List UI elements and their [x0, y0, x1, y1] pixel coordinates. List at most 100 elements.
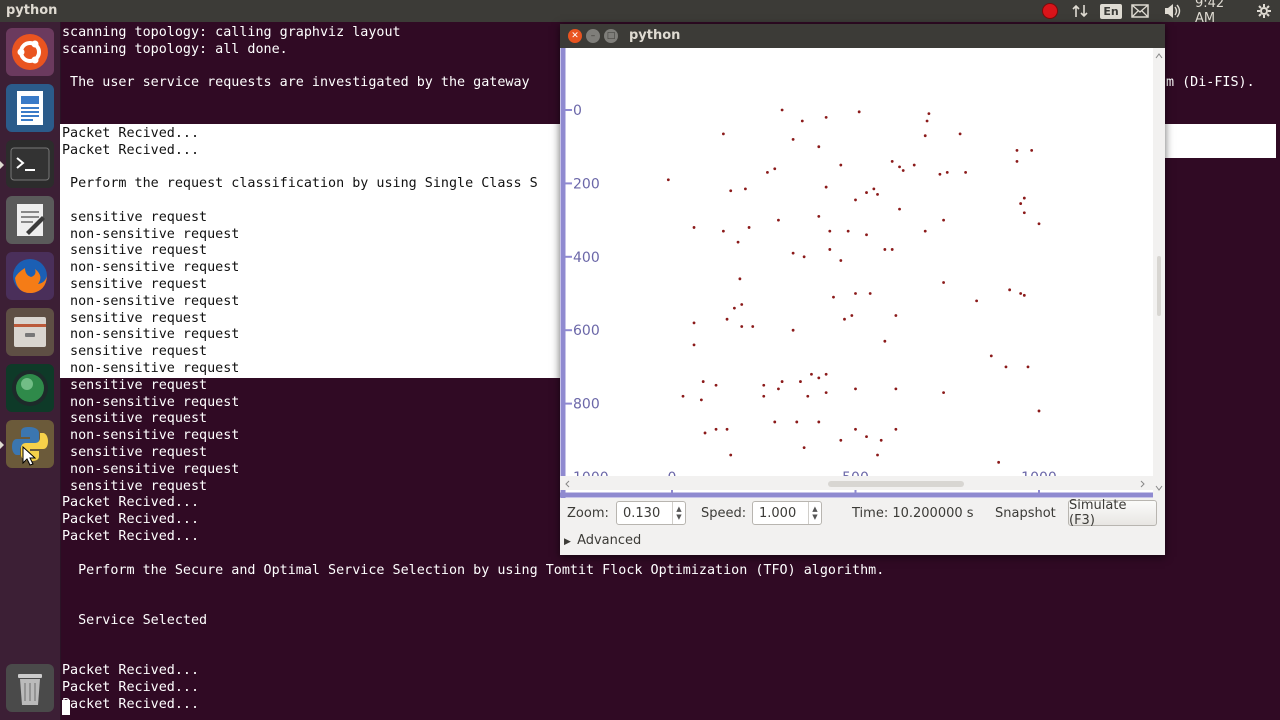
network-node-point[interactable] [795, 420, 799, 424]
network-node-point[interactable] [725, 427, 729, 431]
network-node-point[interactable] [721, 229, 725, 233]
network-node-point[interactable] [773, 420, 777, 424]
network-node-point[interactable] [824, 391, 828, 394]
network-node-point[interactable] [945, 170, 949, 174]
zoom-spinner[interactable]: ▲▼ [616, 501, 686, 525]
network-node-point[interactable] [901, 169, 905, 172]
network-node-point[interactable] [942, 218, 945, 222]
network-arrows-icon[interactable] [1071, 2, 1089, 20]
text-editor-icon[interactable] [6, 196, 54, 244]
network-node-point[interactable] [854, 387, 857, 391]
network-node-point[interactable] [912, 163, 916, 167]
speed-input[interactable] [757, 505, 813, 522]
network-node-point[interactable] [780, 380, 784, 383]
network-node-point[interactable] [740, 303, 744, 306]
network-node-point[interactable] [942, 391, 945, 394]
zoom-input[interactable] [621, 505, 677, 522]
network-node-point[interactable] [681, 394, 685, 398]
network-node-point[interactable] [732, 306, 736, 310]
network-node-point[interactable] [938, 172, 942, 176]
network-node-point[interactable] [1019, 202, 1023, 205]
network-node-point[interactable] [791, 137, 795, 141]
network-node-point[interactable] [692, 321, 696, 325]
volume-icon[interactable] [1162, 2, 1182, 20]
network-node-point[interactable] [865, 435, 868, 439]
network-node-point[interactable] [699, 398, 703, 402]
network-node-point[interactable] [958, 132, 962, 136]
writer-document-icon[interactable] [6, 84, 54, 132]
network-node-point[interactable] [832, 295, 835, 299]
mail-icon[interactable] [1130, 2, 1150, 20]
network-node-point[interactable] [1008, 288, 1012, 292]
network-node-point[interactable] [865, 191, 868, 194]
network-node-point[interactable] [898, 207, 901, 211]
network-node-point[interactable] [762, 394, 766, 398]
network-node-point[interactable] [714, 427, 718, 431]
network-node-point[interactable] [729, 453, 733, 457]
network-node-point[interactable] [854, 198, 857, 202]
horizontal-scrollbar[interactable] [560, 476, 1153, 490]
network-node-point[interactable] [747, 226, 751, 229]
network-node-point[interactable] [997, 460, 1001, 464]
network-node-point[interactable] [876, 193, 879, 196]
network-node-point[interactable] [1037, 409, 1041, 413]
network-node-point[interactable] [791, 328, 795, 332]
network-node-point[interactable] [1019, 292, 1023, 295]
network-node-point[interactable] [890, 248, 894, 251]
network-node-point[interactable] [744, 187, 747, 191]
network-node-point[interactable] [1037, 222, 1041, 226]
network-node-point[interactable] [1026, 365, 1030, 369]
network-node-point[interactable] [800, 119, 804, 123]
network-node-point[interactable] [817, 420, 821, 424]
firefox-icon[interactable] [6, 252, 54, 300]
network-node-point[interactable] [692, 226, 696, 229]
maximize-icon[interactable]: □ [604, 29, 618, 43]
network-node-point[interactable] [828, 229, 832, 233]
clock[interactable]: 9:42 AM [1195, 0, 1247, 26]
network-node-point[interactable] [964, 170, 967, 174]
network-node-point[interactable] [1022, 293, 1026, 297]
network-node-point[interactable] [802, 255, 806, 259]
network-node-point[interactable] [923, 229, 927, 233]
network-node-point[interactable] [762, 383, 766, 387]
ubuntu-dash-icon[interactable] [6, 28, 54, 76]
files-cabinet-icon[interactable] [6, 308, 54, 356]
network-node-point[interactable] [810, 372, 813, 376]
network-node-point[interactable] [703, 431, 707, 435]
network-node-point[interactable] [854, 427, 857, 431]
network-node-point[interactable] [975, 299, 979, 303]
network-node-point[interactable] [868, 292, 872, 295]
network-node-point[interactable] [1022, 196, 1026, 200]
topology-canvas[interactable]: 02004006008001000 05001000 [560, 48, 1153, 498]
network-node-point[interactable] [817, 145, 821, 149]
network-node-point[interactable] [1015, 159, 1019, 163]
network-node-point[interactable] [894, 427, 898, 431]
scatter-plot[interactable]: 02004006008001000 05001000 [560, 48, 1153, 498]
network-node-point[interactable] [799, 380, 802, 383]
network-node-point[interactable] [923, 134, 927, 138]
network-node-point[interactable] [824, 185, 828, 189]
network-node-point[interactable] [839, 259, 843, 262]
advanced-expander[interactable]: ▶ Advanced [564, 533, 641, 548]
network-node-point[interactable] [817, 376, 821, 380]
network-node-point[interactable] [1015, 148, 1019, 152]
network-node-point[interactable] [802, 446, 806, 450]
globe-app-icon[interactable] [6, 364, 54, 412]
network-node-point[interactable] [777, 218, 780, 222]
network-node-point[interactable] [989, 354, 993, 358]
network-node-point[interactable] [725, 317, 729, 321]
network-node-point[interactable] [883, 339, 887, 343]
python-simulation-window[interactable]: ✕ – □ python 02004006008001000 05001000 … [560, 24, 1165, 555]
network-node-point[interactable] [773, 167, 777, 171]
network-node-point[interactable] [894, 314, 898, 317]
zoom-stepper-icon[interactable]: ▲ ▼ [672, 502, 685, 524]
network-node-point[interactable] [721, 132, 725, 136]
network-node-point[interactable] [701, 380, 705, 383]
network-node-point[interactable] [736, 240, 740, 244]
system-gear-icon[interactable] [1255, 2, 1273, 20]
network-node-point[interactable] [857, 110, 861, 114]
snapshot-button[interactable]: Snapshot [995, 506, 1056, 521]
minimize-icon[interactable]: – [586, 29, 600, 43]
network-node-point[interactable] [883, 248, 887, 251]
network-node-point[interactable] [766, 170, 769, 174]
